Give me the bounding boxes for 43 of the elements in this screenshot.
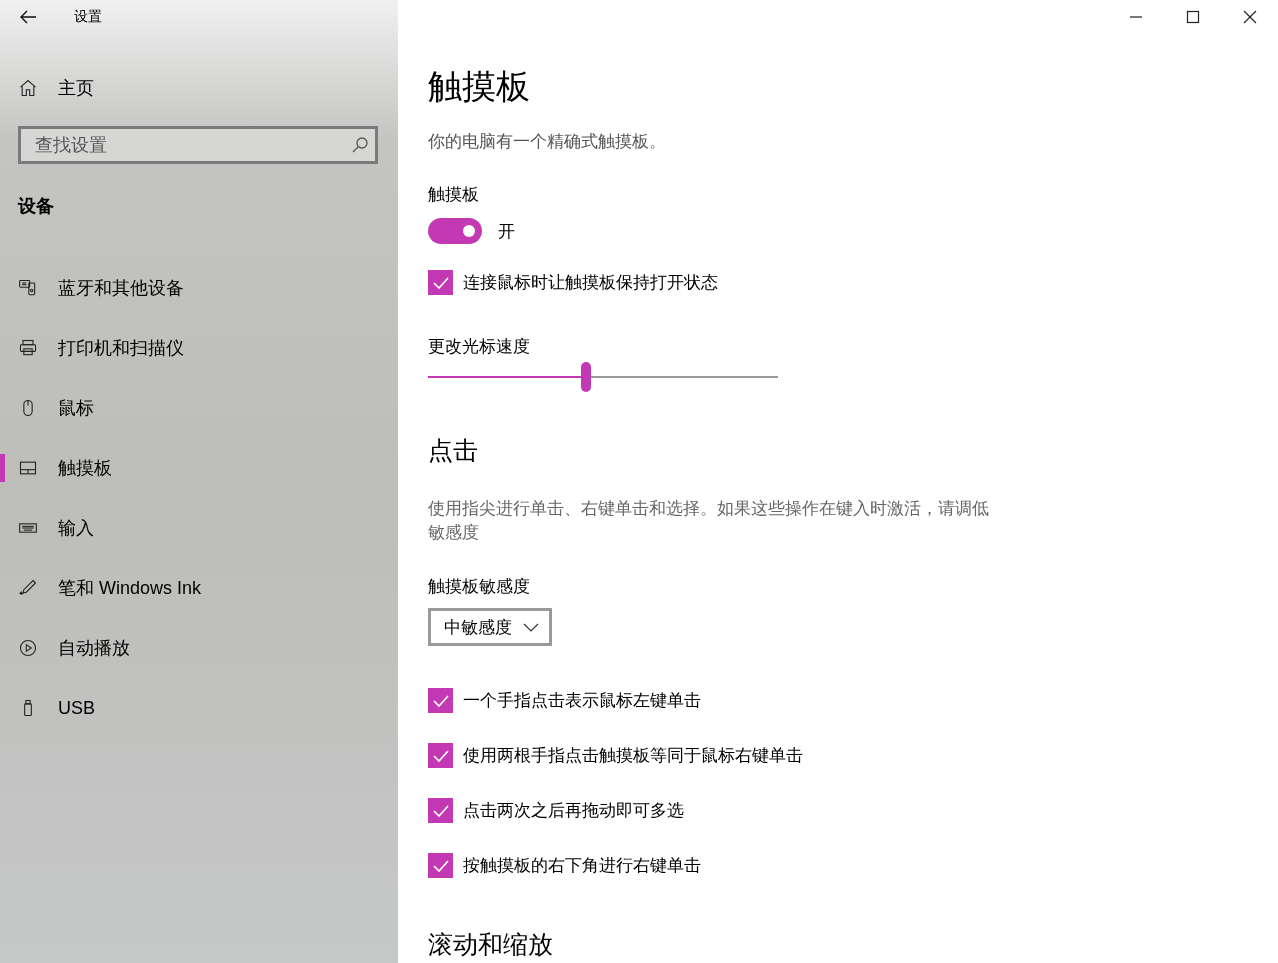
checkbox[interactable] bbox=[428, 688, 453, 713]
checkbox-label: 使用两根手指点击触摸板等同于鼠标右键单击 bbox=[463, 745, 803, 767]
sensitivity-dropdown[interactable]: 中敏感度 bbox=[428, 608, 552, 646]
nav-item[interactable]: 鼠标 bbox=[0, 378, 398, 438]
checkbox[interactable] bbox=[428, 853, 453, 878]
checkbox[interactable] bbox=[428, 270, 453, 295]
chevron-down-icon bbox=[523, 622, 539, 632]
section-description: 使用指尖进行单击、右键单击和选择。如果这些操作在键入时激活，请调低敏感度 bbox=[428, 498, 990, 544]
dropdown-label: 触摸板敏感度 bbox=[428, 576, 531, 598]
checkbox-label: 按触摸板的右下角进行右键单击 bbox=[463, 855, 701, 877]
nav-item[interactable]: USB bbox=[0, 678, 398, 738]
close-icon bbox=[1242, 10, 1257, 24]
checkbox-label: 一个手指点击表示鼠标左键单击 bbox=[463, 690, 701, 712]
checkbox[interactable] bbox=[428, 743, 453, 768]
search-field[interactable]: 查找设置 bbox=[18, 126, 378, 164]
nav-item-icon bbox=[18, 278, 38, 298]
home-icon[interactable] bbox=[18, 78, 38, 98]
nav-item[interactable]: 打印机和扫描仪 bbox=[0, 318, 398, 378]
nav-item-icon bbox=[18, 338, 38, 358]
nav-item[interactable]: 自动播放 bbox=[0, 618, 398, 678]
checkbox-label: 点击两次之后再拖动即可多选 bbox=[463, 800, 684, 822]
nav-item-icon bbox=[18, 638, 38, 658]
nav-item[interactable]: 蓝牙和其他设备 bbox=[0, 258, 398, 318]
toggle-switch[interactable] bbox=[428, 218, 482, 244]
checkbox[interactable] bbox=[428, 798, 453, 823]
checkbox-label: 连接鼠标时让触摸板保持打开状态 bbox=[463, 272, 718, 294]
nav-item[interactable]: 输入 bbox=[0, 498, 398, 558]
window-title: 设置 bbox=[74, 8, 102, 26]
section-heading: 设备 bbox=[18, 195, 55, 218]
nav-item[interactable]: 笔和 Windows Ink bbox=[0, 558, 398, 618]
section-heading: 滚动和缩放 bbox=[428, 929, 554, 960]
slider-label: 更改光标速度 bbox=[428, 336, 531, 358]
nav-item[interactable]: 触摸板 bbox=[0, 438, 398, 498]
slider-thumb[interactable] bbox=[580, 362, 591, 392]
page-title: 触摸板 bbox=[428, 66, 531, 107]
section-heading: 点击 bbox=[428, 435, 479, 466]
nav-item-icon bbox=[18, 578, 38, 598]
search-icon[interactable] bbox=[351, 136, 369, 154]
page-subtitle: 你的电脑有一个精确式触摸板。 bbox=[428, 131, 667, 153]
maximize-icon bbox=[1185, 10, 1200, 24]
toggle-label: 触摸板 bbox=[428, 184, 480, 206]
home-link[interactable]: 主页 bbox=[58, 76, 94, 100]
toggle-state: 开 bbox=[498, 220, 515, 243]
